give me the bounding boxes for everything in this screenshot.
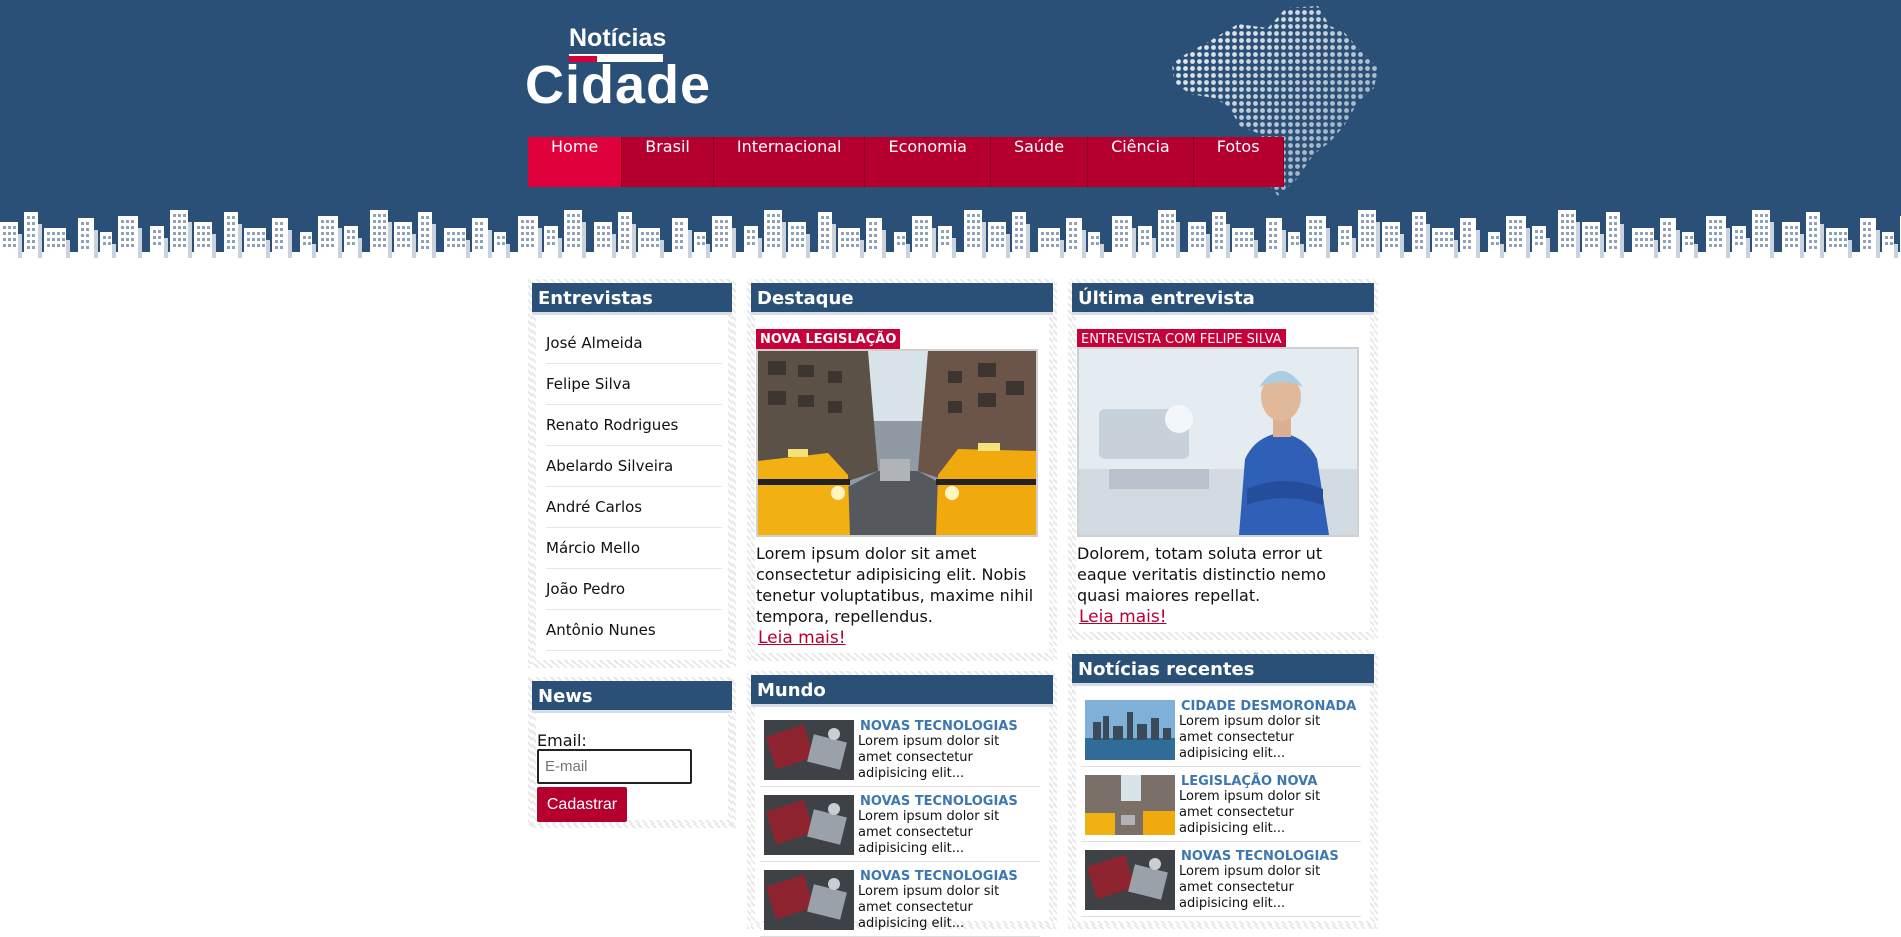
city-skyline — [0, 210, 1901, 258]
noticias-recentes-title: Notícias recentes — [1072, 654, 1374, 686]
interview-link[interactable]: Renato Rodrigues — [546, 405, 722, 446]
news-item-title[interactable]: NOVAS TECNOLOGIAS — [860, 869, 1018, 884]
news-item-title[interactable]: CIDADE DESMORONADA — [1181, 699, 1356, 714]
list-item[interactable]: LEGISLAÇÃO NOVA Lorem ipsum dolor sit am… — [1081, 767, 1361, 842]
logo-top-text: Notícias — [569, 24, 667, 52]
nav-item-fotos[interactable]: Fotos — [1194, 137, 1284, 187]
news-item-title[interactable]: LEGISLAÇÃO NOVA — [1181, 774, 1317, 789]
news-item-text: Lorem ipsum dolor sit amet consectetur a… — [858, 809, 1000, 856]
tech-thumbnail — [764, 795, 854, 855]
tech-thumbnail — [764, 870, 854, 930]
main-nav: Home Brasil Internacional Economia Saúde… — [528, 137, 1284, 187]
news-item-text: Lorem ipsum dolor sit amet consectetur a… — [1179, 714, 1321, 761]
tech-thumbnail — [1085, 850, 1175, 910]
city-thumbnail — [1085, 700, 1175, 760]
nav-item-economia[interactable]: Economia — [865, 137, 991, 187]
site-logo[interactable]: Notícias Cidade — [525, 24, 710, 115]
interview-link[interactable]: Márcio Mello — [546, 528, 722, 569]
destaque-photo[interactable] — [756, 349, 1038, 537]
news-item-text: Lorem ipsum dolor sit amet consectetur a… — [858, 734, 1000, 781]
nav-item-internacional[interactable]: Internacional — [714, 137, 866, 187]
ultima-entrevista-title: Última entrevista — [1072, 283, 1374, 315]
mundo-title: Mundo — [751, 675, 1053, 707]
ultima-entrevista-photo[interactable] — [1077, 347, 1359, 537]
subscribe-button[interactable]: Cadastrar — [537, 787, 627, 822]
destaque-title: Destaque — [751, 283, 1053, 315]
interview-link[interactable]: Antônio Nunes — [546, 610, 722, 651]
ultima-read-more-link[interactable]: Leia mais! — [1079, 607, 1167, 627]
entrevistas-title: Entrevistas — [532, 283, 732, 315]
nav-item-brasil[interactable]: Brasil — [622, 137, 714, 187]
list-item[interactable]: NOVAS TECNOLOGIAS Lorem ipsum dolor sit … — [1081, 842, 1361, 917]
list-item[interactable]: NOVAS TECNOLOGIAS Lorem ipsum dolor sit … — [760, 787, 1040, 862]
doctor-image — [1079, 349, 1357, 535]
list-item[interactable]: CIDADE DESMORONADA Lorem ipsum dolor sit… — [1081, 692, 1361, 767]
news-item-title[interactable]: NOVAS TECNOLOGIAS — [1181, 849, 1339, 864]
site-header: Notícias Cidade Home Brasil Internaciona… — [0, 0, 1901, 258]
noticias-recentes-box: Notícias recentes CIDADE DESMORONADA Lor… — [1068, 650, 1378, 929]
news-item-text: Lorem ipsum dolor sit amet consectetur a… — [858, 884, 1000, 931]
newsletter-title: News — [532, 681, 732, 713]
ultima-entrevista-text: Dolorem, totam soluta error ut eaque ver… — [1077, 544, 1326, 605]
email-field[interactable] — [537, 749, 692, 784]
news-item-text: Lorem ipsum dolor sit amet consectetur a… — [1179, 864, 1321, 911]
nav-item-saude[interactable]: Saúde — [991, 137, 1089, 187]
destaque-box: Destaque NOVA LEGISLAÇÃO Lorem ipsum dol… — [747, 279, 1057, 661]
newsletter-box: News Email: Cadastrar — [528, 677, 736, 828]
interview-link[interactable]: Felipe Silva — [546, 364, 722, 405]
taxi-street-image — [758, 351, 1036, 535]
tech-thumbnail — [764, 720, 854, 780]
interview-link[interactable]: Abelardo Silveira — [546, 446, 722, 487]
entrevistas-box: Entrevistas José Almeida Felipe Silva Re… — [528, 279, 736, 668]
nav-item-ciencia[interactable]: Ciência — [1088, 137, 1194, 187]
news-item-title[interactable]: NOVAS TECNOLOGIAS — [860, 794, 1018, 809]
interview-link[interactable]: José Almeida — [546, 323, 722, 364]
destaque-tag: NOVA LEGISLAÇÃO — [756, 329, 901, 350]
email-label: Email: — [537, 731, 587, 750]
taxi-thumbnail — [1085, 775, 1175, 835]
destaque-text: Lorem ipsum dolor sit amet consectetur a… — [756, 544, 1034, 626]
list-item[interactable]: NOVAS TECNOLOGIAS Lorem ipsum dolor sit … — [760, 712, 1040, 787]
mundo-box: Mundo NOVAS TECNOLOGIAS Lorem ipsum dolo… — [747, 671, 1057, 937]
destaque-read-more-link[interactable]: Leia mais! — [758, 628, 846, 648]
ultima-entrevista-box: Última entrevista ENTREVISTA COM FELIPE … — [1068, 279, 1378, 640]
interview-link[interactable]: André Carlos — [546, 487, 722, 528]
interview-link[interactable]: João Pedro — [546, 569, 722, 610]
logo-main-text: Cidade — [525, 55, 712, 115]
news-item-title[interactable]: NOVAS TECNOLOGIAS — [860, 719, 1018, 734]
nav-item-home[interactable]: Home — [528, 137, 623, 187]
list-item[interactable]: NOVAS TECNOLOGIAS Lorem ipsum dolor sit … — [760, 862, 1040, 937]
news-item-text: Lorem ipsum dolor sit amet consectetur a… — [1179, 789, 1321, 836]
